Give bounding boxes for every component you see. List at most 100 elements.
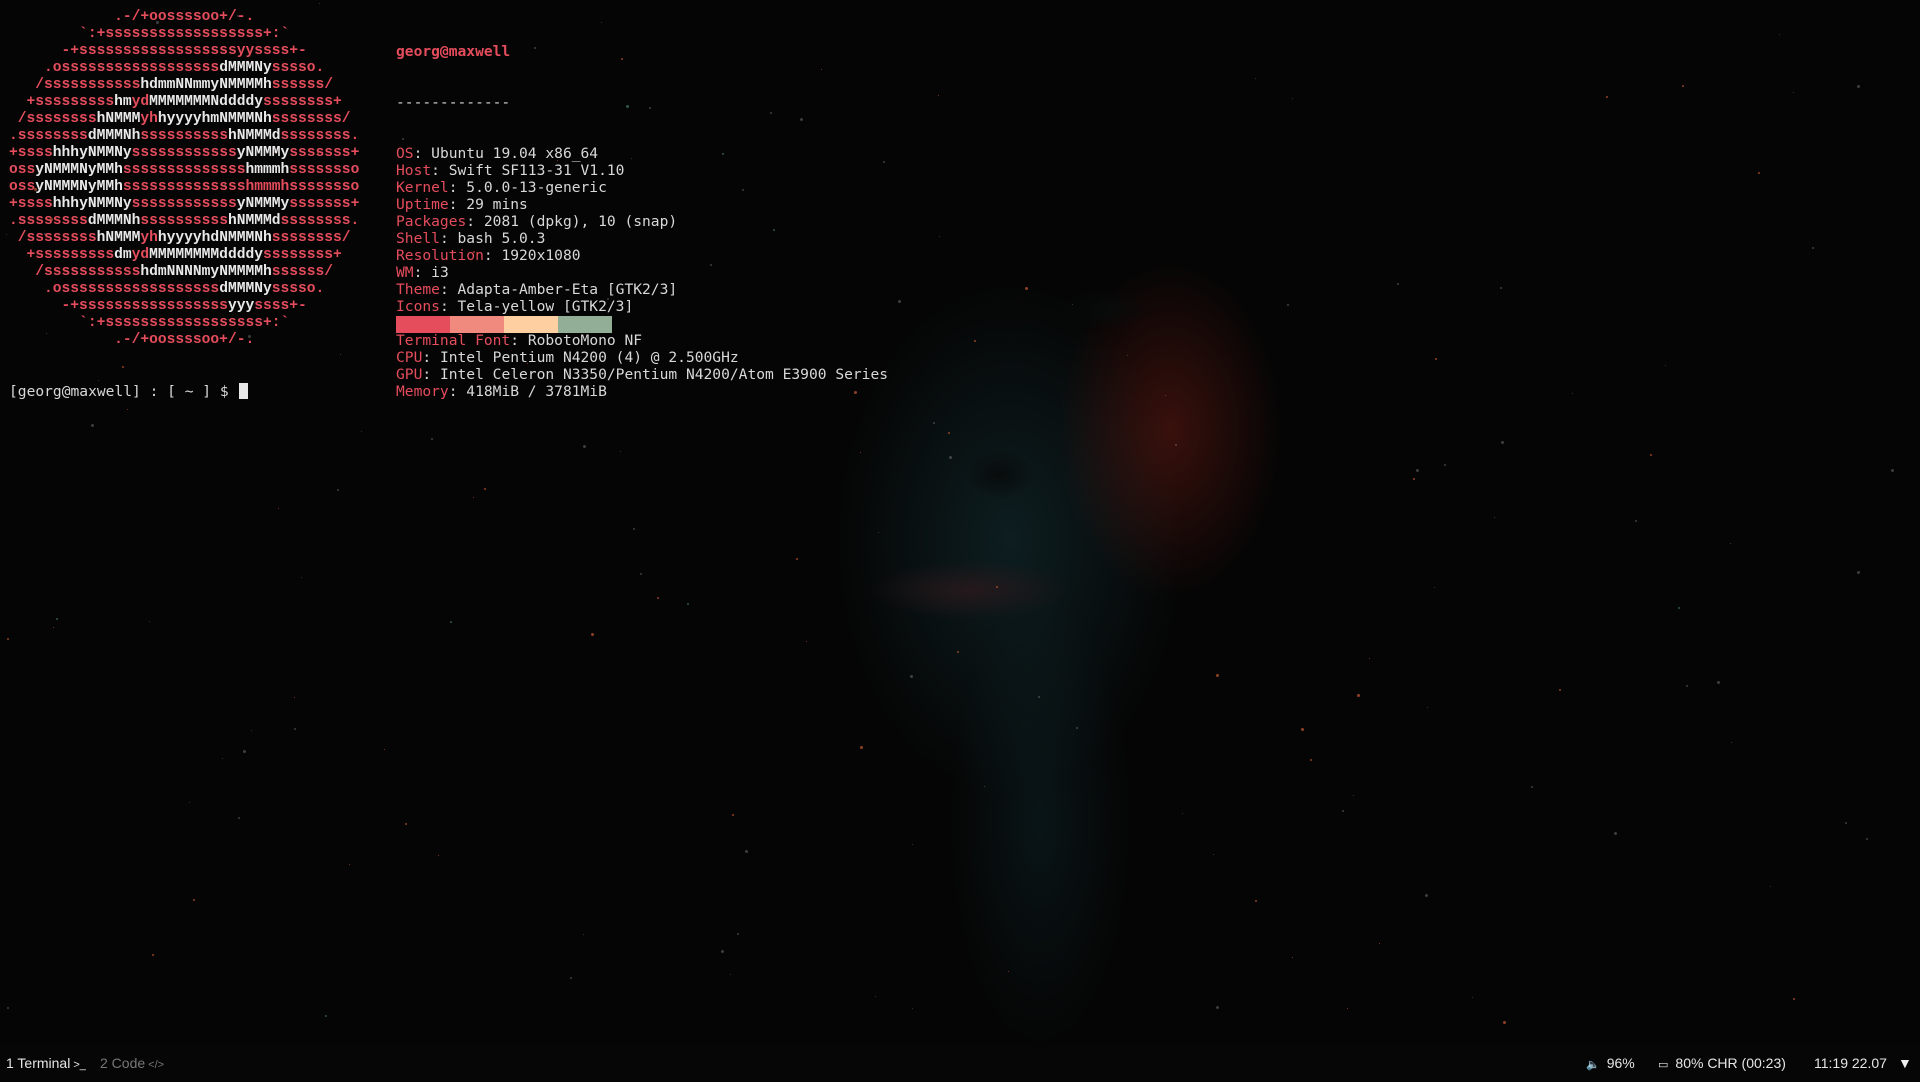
ascii-logo-segment: sssso. — [271, 281, 325, 297]
info-value: Tela-yellow [GTK2/3] — [457, 298, 634, 315]
ascii-logo-segment: MMMMMMMMddddy — [149, 247, 263, 263]
info-line: Shell: bash 5.0.3 — [396, 230, 888, 247]
ascii-logo-segment: MMMMMMMNddddy — [149, 94, 263, 110]
ascii-logo-segment: .-/+oossssoo+/-. — [9, 9, 255, 25]
ascii-logo-segment: -+ssssssssssssssssssyyssss+- — [9, 43, 307, 59]
info-key: OS — [396, 145, 414, 162]
ascii-logo-segment: yNMMMNyMMh — [35, 162, 123, 178]
ascii-logo-segment: ssssssssssssss — [122, 162, 246, 178]
ubuntu-ascii-logo: .-/+oossssoo+/-. `:+ssssssssssssssssss+:… — [9, 9, 359, 349]
info-line: Host: Swift SF113-31 V1.10 — [396, 162, 888, 179]
info-value: i3 — [431, 264, 449, 281]
info-separator: : — [510, 332, 528, 349]
info-key: Packages — [396, 213, 467, 230]
text-cursor — [239, 383, 249, 399]
ascii-logo-segment: `:+ssssssssssssssssss+:` — [9, 315, 290, 331]
ascii-logo-segment: hNMMMd — [227, 128, 281, 144]
wifi-indicator[interactable]: ▼ — [1898, 1046, 1912, 1080]
ascii-logo-segment: .-/+oossssoo+/-. — [9, 332, 255, 348]
ascii-logo-segment: yd — [131, 94, 150, 110]
ascii-logo-segment: yNMMMy — [236, 145, 290, 161]
ascii-logo-line: .-/+oossssoo+/-. — [9, 9, 359, 26]
ascii-logo-line: /ssssssssssshdmmNNmmyNMMMMhssssss/ — [9, 77, 359, 94]
ascii-logo-line: /ssssssssssshdmNNNNmyNMMMMhssssss/ — [9, 264, 359, 281]
ascii-logo-segment: +sssssssss — [9, 94, 115, 110]
ascii-logo-segment: ssss+- — [254, 298, 307, 314]
info-value: bash 5.0.3 — [457, 230, 546, 247]
ascii-logo-line: /sssssssshNMMMyhhyyyyhdNMMMNhssssssss/ — [9, 230, 359, 247]
ascii-logo-segment: hyyyyhmNMMMNh — [157, 111, 272, 127]
info-separator: : — [439, 298, 458, 315]
workspace-2-button[interactable]: 2 Code </> — [100, 1046, 164, 1080]
ascii-logo-segment: /ssssssss — [9, 230, 97, 246]
ascii-logo-line: `:+ssssssssssssssssss+:` — [9, 26, 359, 43]
color-swatch — [450, 316, 504, 333]
volume-text: 96% — [1606, 1055, 1635, 1071]
ascii-logo-segment: hNMMM — [96, 111, 141, 127]
info-separator: : — [439, 281, 458, 298]
workspace-1-button[interactable]: 1 Terminal >_ — [6, 1046, 86, 1080]
info-line: Theme: Adapta-Amber-Eta [GTK2/3] — [396, 281, 888, 298]
ascii-logo-segment: oss — [9, 162, 36, 178]
info-value: 418MiB / 3781MiB — [466, 383, 607, 400]
battery-icon: ▭ — [1658, 1059, 1669, 1071]
ascii-logo-segment: /sssssssssss — [9, 77, 141, 93]
ascii-logo-segment: ssssssssssss — [131, 196, 237, 212]
ascii-logo-line: .ossssssssssssssssssdMMMNysssso. — [9, 281, 359, 298]
workspace-1-label: 1 Terminal — [6, 1055, 71, 1071]
terminal-window[interactable]: .-/+oossssoo+/-. `:+ssssssssssssssssss+:… — [0, 0, 1920, 1046]
ascii-logo-segment: ssssssss. — [280, 213, 360, 229]
prompt-text: [georg@maxwell] : [ ~ ] $ — [9, 383, 238, 400]
info-line: Resolution: 1920x1080 — [396, 247, 888, 264]
ascii-logo-segment: .ssssssss — [9, 213, 88, 229]
info-value: Intel Pentium N4200 (4) @ 2.500GHz — [439, 349, 739, 366]
info-key: Host — [396, 162, 432, 179]
info-key: Shell — [396, 230, 440, 247]
ascii-logo-line: .-/+oossssoo+/-. — [9, 332, 359, 349]
ascii-logo-segment: +ssss — [9, 145, 53, 161]
ascii-logo-segment: dMMMNh — [87, 213, 141, 229]
info-line: Kernel: 5.0.0-13-generic — [396, 179, 888, 196]
neofetch-info: georg@maxwell ------------- OS: Ubuntu 1… — [396, 9, 888, 434]
i3-status-bar: 1 Terminal >_ 2 Code </> 🔈 96% ▭ 80% CHR (00… — [0, 1046, 1920, 1080]
info-key: Kernel — [396, 179, 449, 196]
battery-indicator[interactable]: ▭ 80% CHR (00:23) — [1658, 1046, 1786, 1080]
ascii-logo-segment: hhhyNMMNy — [52, 145, 132, 161]
info-value: Swift SF113-31 V1.10 — [448, 162, 625, 179]
speaker-icon: 🔈 — [1586, 1059, 1600, 1071]
clock[interactable]: 11:19 22.07 — [1814, 1046, 1887, 1080]
info-separator: : — [448, 196, 467, 213]
ascii-logo-segment: yNMMMy — [236, 196, 290, 212]
ascii-logo-line: +sssshhhyNMMNyssssssssssssyNMMMysssssss+ — [9, 145, 359, 162]
ascii-logo-line: /sssssssshNMMMyhhyyyyhmNMMMNhssssssss/ — [9, 111, 359, 128]
ascii-logo-segment: hNMMMd — [227, 213, 281, 229]
ascii-logo-segment: ssssssss+ — [262, 94, 342, 110]
info-separator: : — [466, 213, 484, 230]
ascii-logo-segment: ssssssss+ — [262, 247, 342, 263]
ascii-logo-segment: yd — [131, 247, 150, 263]
ascii-logo-line: ossyNMMMNyMMhsssssssssssssshmmmhssssssso — [9, 179, 359, 196]
wifi-icon: ▼ — [1898, 1055, 1912, 1071]
ascii-logo-segment: ssssssssssss — [131, 145, 237, 161]
info-separator: : — [422, 349, 440, 366]
info-separator: : — [413, 145, 432, 162]
ascii-logo-segment: sssssss+ — [289, 145, 360, 161]
ascii-logo-line: .ssssssssdMMMNhsssssssssshNMMMdssssssss. — [9, 128, 359, 145]
color-swatch — [396, 316, 450, 333]
info-value: 29 mins — [466, 196, 528, 213]
info-line: OS: Ubuntu 19.04 x86_64 — [396, 145, 888, 162]
info-line: Terminal Font: RobotoMono NF — [396, 332, 888, 349]
info-value: RobotoMono NF — [527, 332, 643, 349]
info-key: GPU — [396, 366, 423, 383]
ascii-logo-segment: hyyyyhdNMMMNh — [157, 230, 272, 246]
ascii-logo-segment: .ossssssssssssssssss — [9, 281, 220, 297]
info-separator: : — [483, 247, 502, 264]
info-line: Icons: Tela-yellow [GTK2/3] — [396, 298, 888, 315]
ascii-logo-segment: dMMMNh — [87, 128, 141, 144]
volume-indicator[interactable]: 🔈 96% — [1586, 1046, 1635, 1080]
ascii-logo-segment: sssso. — [271, 60, 325, 76]
shell-prompt[interactable]: [georg@maxwell] : [ ~ ] $ — [9, 383, 249, 400]
info-key: Resolution — [396, 247, 484, 264]
info-key: Theme — [396, 281, 440, 298]
info-value: 1920x1080 — [501, 247, 581, 264]
